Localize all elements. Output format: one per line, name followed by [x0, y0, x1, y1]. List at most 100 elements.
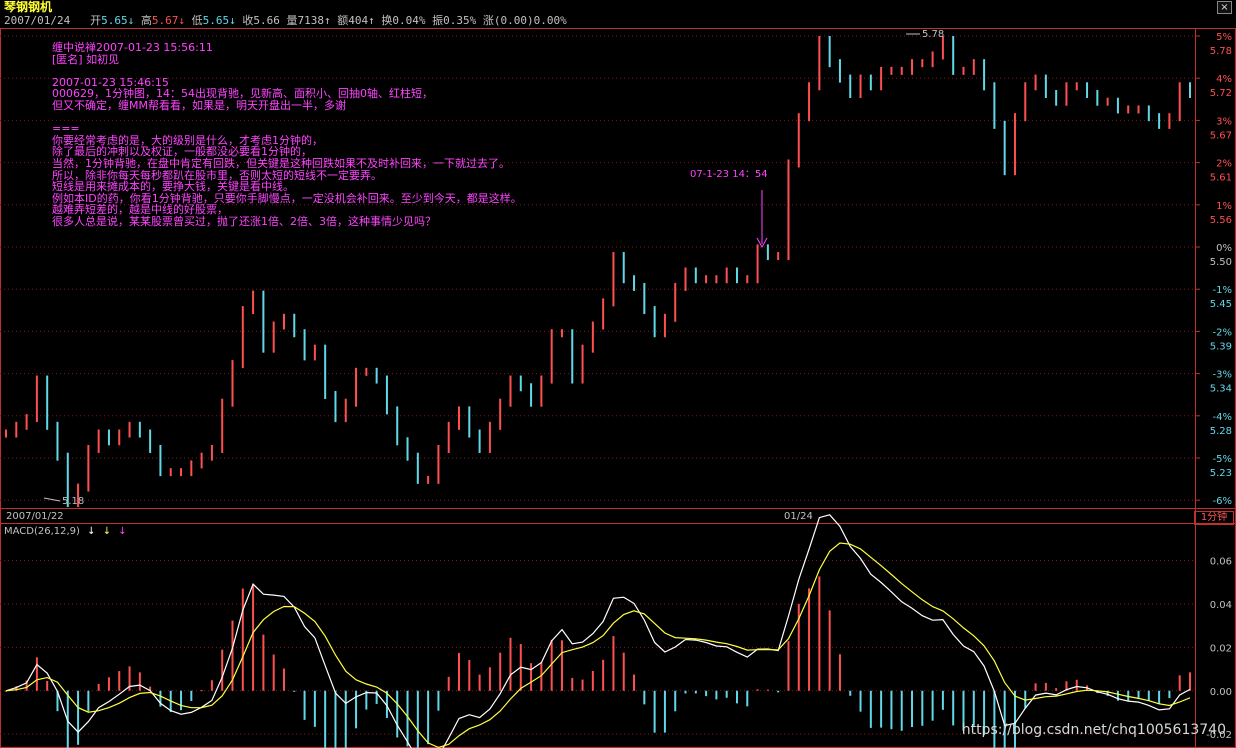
macd-histogram-bar [838, 654, 841, 691]
macd-histogram-bar [1158, 690, 1161, 705]
price-bar [231, 360, 234, 407]
price-bar [972, 59, 975, 75]
macd-histogram-bar [1055, 688, 1058, 691]
macd-histogram-bar [705, 690, 708, 697]
price-bar [478, 429, 481, 453]
period-button[interactable]: 1分钟 [1194, 511, 1234, 525]
price-bar [5, 429, 7, 438]
price-tick-label: 5.45 [1210, 299, 1232, 310]
price-bar [1127, 105, 1130, 114]
price-bar [705, 275, 708, 284]
macd-histogram-bar [725, 690, 728, 698]
price-bar [921, 59, 924, 68]
pct-tick-label: 4% [1216, 74, 1232, 85]
price-bar [221, 398, 224, 453]
macd-histogram-bar [427, 690, 430, 745]
price-bar [107, 429, 110, 446]
price-bar [849, 74, 852, 99]
price-bar [375, 367, 378, 384]
pct-tick-label: 2% [1216, 159, 1232, 170]
macd-histogram-bar [468, 660, 471, 691]
macd-tick-label: 0.02 [1210, 643, 1232, 654]
price-bar [437, 444, 440, 484]
macd-series [5, 514, 1191, 748]
macd-histogram-bar [1168, 690, 1171, 699]
price-bar [1096, 90, 1099, 106]
price-bar [262, 290, 265, 353]
macd-histogram-bar [416, 690, 419, 748]
price-bar [56, 421, 59, 461]
macd-histogram-bar [653, 690, 656, 733]
macd-histogram-bar [808, 588, 811, 691]
price-bar [1086, 82, 1089, 99]
note-line: [匿名] 如初见 [52, 52, 120, 66]
macd-histogram-bar [715, 690, 718, 700]
macd-histogram-bar [859, 690, 862, 712]
price-bar [591, 321, 594, 353]
macd-tick-label: 0.00 [1210, 687, 1232, 698]
price-tick-label: 5.78 [1210, 46, 1232, 57]
macd-histogram-bar [674, 690, 677, 712]
date-label-left: 2007/01/22 [6, 511, 64, 522]
price-bar [1075, 82, 1078, 91]
macd-histogram-bar [200, 690, 203, 692]
price-tick-label: 5.72 [1210, 88, 1232, 99]
macd-histogram-bar [46, 681, 49, 691]
watermark: https://blog.csdn.net/chq1005613740 [961, 722, 1226, 738]
macd-histogram-bar [1003, 690, 1006, 748]
price-bar [735, 267, 738, 284]
price-bar [1013, 113, 1016, 176]
pct-tick-label: -2% [1213, 327, 1232, 338]
macd-histogram-bar [746, 690, 749, 707]
macd-histogram-bar [77, 690, 80, 745]
note-line: 但又不确定，缠MM帮看看，如果是，明天开盘出一半，多谢 [52, 99, 346, 112]
price-bar [118, 429, 121, 446]
macd-histogram-bar [1178, 675, 1181, 691]
macd-histogram-bar [1147, 690, 1150, 702]
macd-histogram-bar [499, 652, 502, 691]
price-bar [633, 275, 636, 291]
macd-histogram-bar [180, 690, 183, 711]
price-bar [427, 475, 430, 484]
note-line: 很多人总是说，某某股票曾买过，抛了还涨1倍、2倍、3倍，这种事情少见吗？ [52, 215, 436, 228]
price-bar [499, 398, 502, 430]
macd-histogram-bar [643, 690, 646, 705]
price-bar [838, 59, 841, 83]
price-bar [468, 406, 471, 438]
price-bar [272, 321, 275, 353]
date-label-mid: 01/24 [784, 511, 813, 522]
macd-histogram-bar [849, 690, 852, 696]
macd-histogram-bar [509, 637, 512, 691]
price-bar [138, 421, 141, 438]
macd-arrow-yellow-icon: ↓ [102, 526, 112, 537]
macd-axis: 0.060.040.020.00-0.02 [1206, 557, 1232, 742]
price-bar [1178, 82, 1181, 122]
macd-histogram-bar [900, 690, 903, 731]
price-bar [571, 329, 574, 384]
macd-histogram-bar [818, 576, 821, 691]
pct-tick-label: -5% [1213, 454, 1232, 465]
price-bar [911, 59, 914, 75]
macd-dea-line [5, 542, 1191, 748]
price-bar [1168, 113, 1171, 129]
macd-histogram-bar [447, 676, 450, 691]
price-bar [952, 36, 955, 75]
macd-title: MACD(26,12,9) [4, 526, 80, 537]
macd-histogram-bar [952, 690, 955, 726]
pct-tick-label: 5% [1216, 32, 1232, 43]
macd-diff-line [5, 514, 1191, 748]
price-bar [653, 306, 656, 338]
price-bar [406, 437, 409, 461]
pct-tick-label: 0% [1216, 243, 1232, 254]
macd-histogram-bar [560, 640, 563, 691]
macd-histogram-bar [735, 690, 738, 704]
macd-tick-label: 0.04 [1210, 600, 1232, 611]
price-bar [46, 375, 49, 430]
price-bar [190, 460, 193, 477]
price-tick-label: 5.28 [1210, 426, 1232, 437]
price-bar [1024, 82, 1027, 122]
price-bar [97, 429, 100, 453]
macd-histogram-bar [458, 652, 461, 691]
price-bar [890, 66, 893, 75]
macd-histogram-bar [571, 677, 574, 691]
